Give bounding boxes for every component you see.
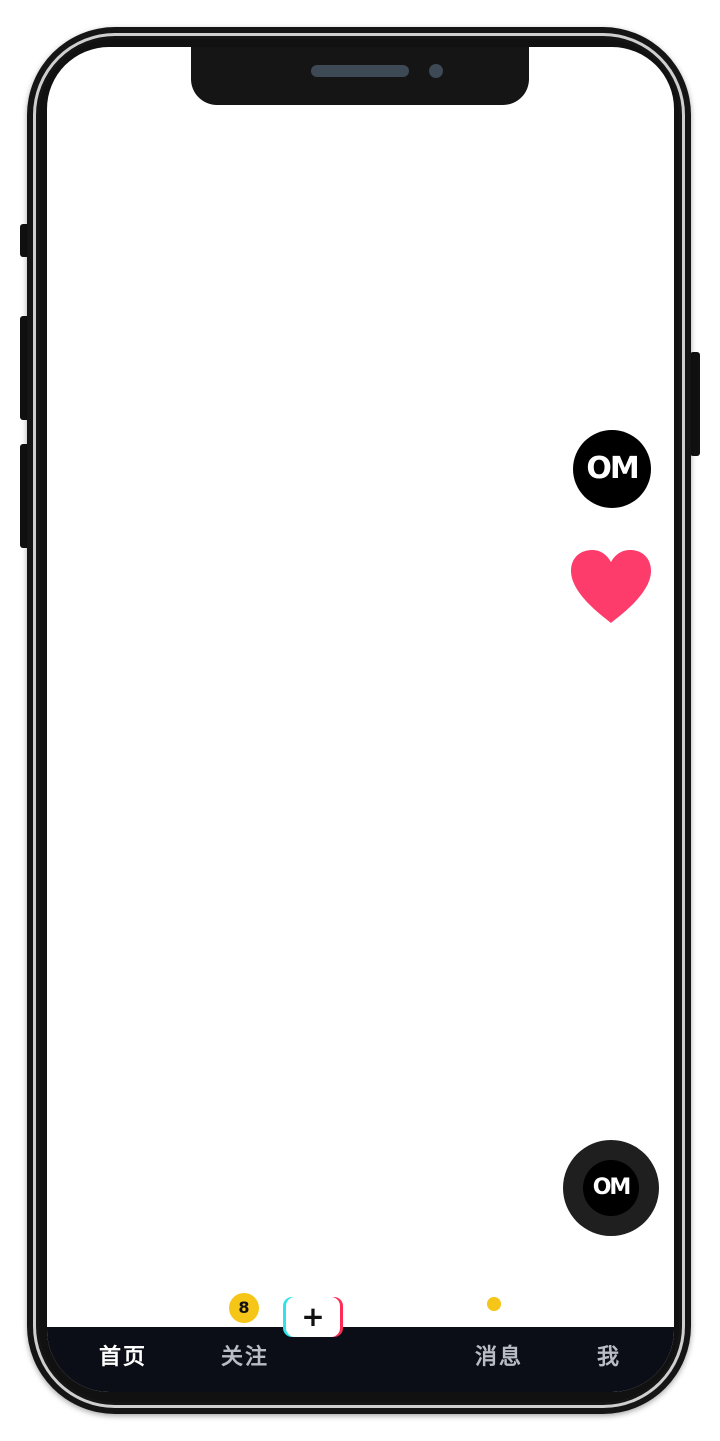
music-disc-logo: OM <box>592 1175 632 1200</box>
power-button <box>690 352 700 456</box>
heart-icon <box>571 550 651 623</box>
tab-following[interactable]: 关注 <box>221 1347 269 1369</box>
plus-icon: + <box>301 1300 325 1333</box>
stage: OM OM 首页 关注 消息 我 8 + <box>0 0 720 1441</box>
tab-messages[interactable]: 消息 <box>475 1347 523 1369</box>
following-count-badge: 8 <box>229 1293 259 1323</box>
tab-me[interactable]: 我 <box>597 1347 621 1369</box>
like-button[interactable] <box>567 547 655 627</box>
create-button[interactable]: + <box>283 1297 343 1337</box>
tab-home[interactable]: 首页 <box>99 1347 147 1369</box>
creator-avatar[interactable]: OM <box>573 430 651 508</box>
music-disc-cover: OM <box>583 1160 639 1216</box>
create-button-face: + <box>286 1297 340 1337</box>
messages-unread-dot <box>487 1297 501 1311</box>
notch <box>191 47 529 105</box>
music-disc[interactable]: OM <box>563 1140 659 1236</box>
bottom-tab-bar: 首页 关注 消息 我 <box>47 1327 674 1392</box>
phone-screen: OM OM 首页 关注 消息 我 <box>47 47 674 1392</box>
front-camera <box>429 64 443 78</box>
speaker-grille <box>311 65 409 77</box>
avatar-logo: OM <box>586 451 639 486</box>
